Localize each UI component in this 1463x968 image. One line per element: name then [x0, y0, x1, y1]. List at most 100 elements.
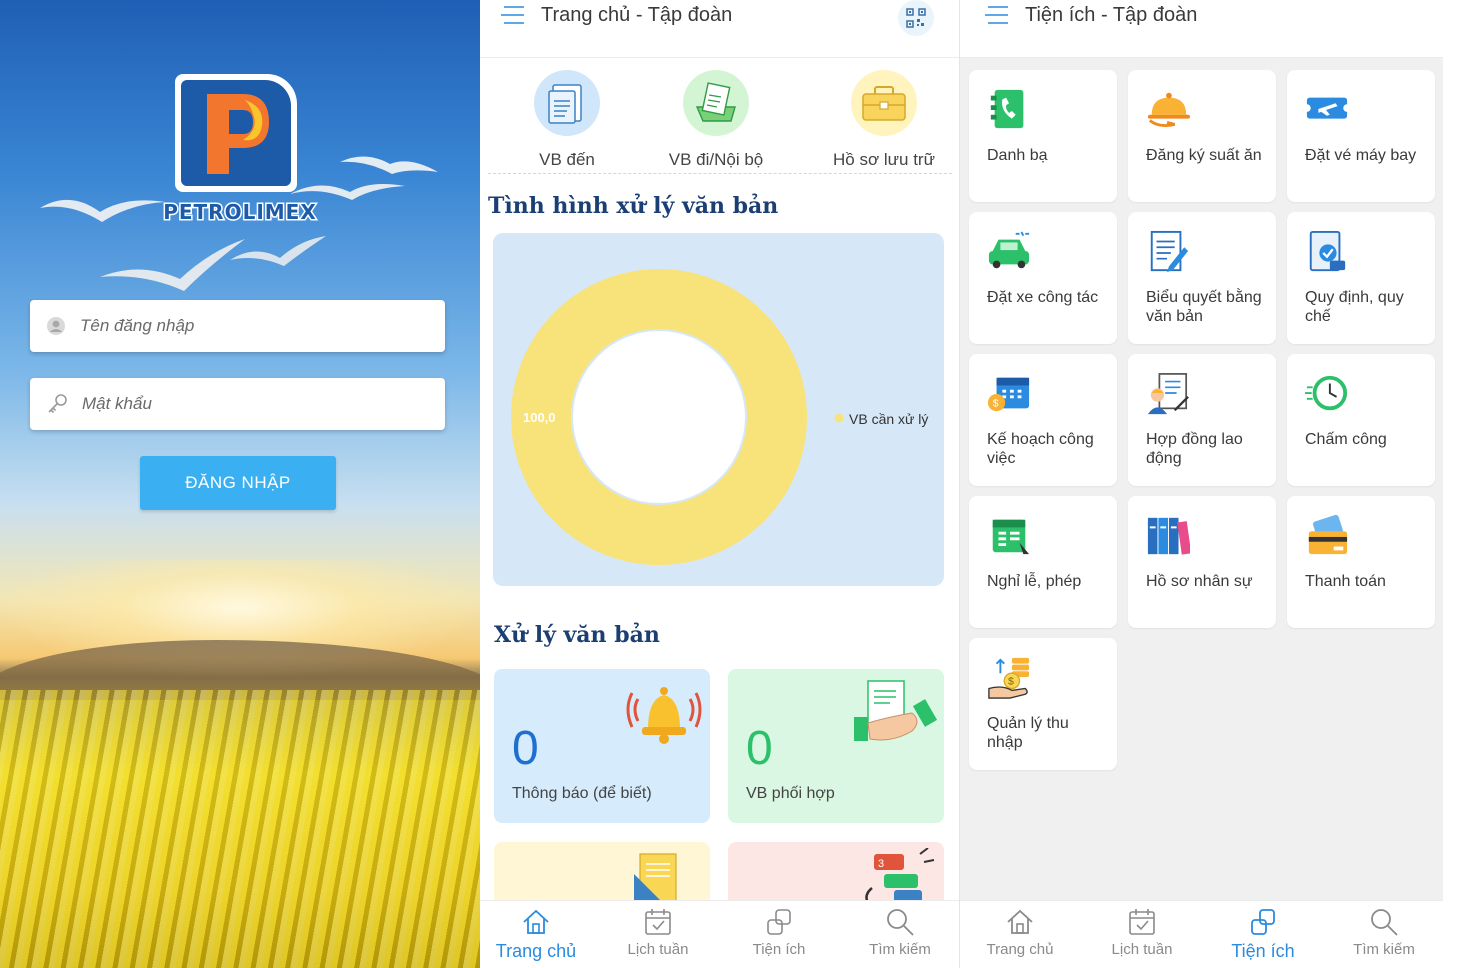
- nav-utilities[interactable]: Tiện ích: [719, 907, 839, 958]
- nav-search[interactable]: Tìm kiếm: [840, 907, 959, 958]
- coordination-card[interactable]: 0 VB phối hợp: [728, 669, 944, 823]
- quick-link-label: VB đến: [539, 150, 595, 169]
- notify-label: Thông báo (để biết): [512, 785, 652, 802]
- utility-item-label: Đăng ký suất ăn: [1146, 147, 1262, 164]
- utility-item-label: Quy định, quy chế: [1305, 289, 1404, 325]
- quick-link-archive[interactable]: Hồ sơ lưu trữ: [804, 70, 959, 170]
- utilities-title: Tiện ích - Tập đoàn: [1025, 4, 1198, 26]
- utility-item[interactable]: Biểu quyết bằng văn bản: [1128, 212, 1276, 344]
- utilities-bottom-nav: Trang chủ Lịch tuần Tiện ích Tìm kiếm: [960, 900, 1443, 968]
- utility-item[interactable]: Hợp đồng lao động: [1128, 354, 1276, 486]
- donut-hole: [573, 331, 745, 503]
- password-input[interactable]: [82, 394, 422, 414]
- quick-link-incoming[interactable]: VB đến: [487, 70, 647, 170]
- coordination-count: 0: [746, 722, 773, 775]
- utility-item[interactable]: $ Quản lý thu nhập: [969, 638, 1117, 770]
- nav-label: Lịch tuần: [627, 941, 689, 958]
- utility-item-label: Thanh toán: [1305, 573, 1386, 590]
- utility-item[interactable]: Đặt vé máy bay: [1287, 70, 1435, 202]
- nav-label: Tìm kiếm: [869, 941, 931, 958]
- nav-home[interactable]: Trang chủ: [480, 907, 596, 962]
- legend-swatch: [834, 413, 844, 423]
- menu-icon[interactable]: [500, 4, 526, 26]
- logo-mark-icon: [207, 94, 269, 174]
- petrolimex-logo: PETROLIMEX: [148, 72, 332, 232]
- qr-code-icon: [906, 8, 926, 28]
- document-sent-icon: [683, 70, 749, 136]
- binders-icon: [1147, 517, 1190, 555]
- income-icon: $: [988, 657, 1030, 699]
- seagull-icon: [100, 239, 245, 291]
- menu-icon[interactable]: [984, 4, 1010, 26]
- utility-item-label: Hợp đồng lao động: [1146, 431, 1243, 467]
- utilities-header: Tiện ích - Tập đoàn: [960, 0, 1443, 58]
- contract-icon: [1147, 373, 1189, 415]
- car-icon: [988, 231, 1030, 269]
- notify-card[interactable]: 0 Thông báo (để biết): [494, 669, 710, 823]
- username-input[interactable]: [80, 316, 420, 336]
- status-section-title: Tình hình xử lý văn bản: [488, 193, 779, 219]
- utility-item-label: Hồ sơ nhân sự: [1146, 573, 1253, 590]
- utility-item-label: Đặt xe công tác: [987, 289, 1099, 306]
- utilities-screen: Tiện ích - Tập đoàn Danh bạ Đăng ký suất …: [960, 0, 1443, 968]
- utilities-icon: [767, 909, 791, 935]
- svg-text:$: $: [1008, 676, 1014, 688]
- flower-field: [0, 690, 480, 968]
- chat-icon: 3: [865, 848, 935, 907]
- plane-ticket-icon: [1305, 97, 1349, 119]
- vote-document-icon: [1150, 230, 1189, 273]
- nav-search[interactable]: Tìm kiếm: [1324, 907, 1443, 958]
- nav-label: Tìm kiếm: [1353, 941, 1415, 958]
- utility-item-label: Biểu quyết bằng văn bản: [1146, 289, 1262, 325]
- home-header: Trang chủ - Tập đoàn: [480, 0, 959, 58]
- login-screen: PETROLIMEX ĐĂNG NHẬP: [0, 0, 480, 968]
- contacts-icon: [990, 89, 1024, 129]
- clock-icon: [1305, 375, 1348, 411]
- status-chart-card: 100,0 VB cần xử lý: [493, 233, 944, 586]
- seagull-icon: [230, 236, 326, 266]
- status-donut-chart: 100,0 VB cần xử lý: [511, 269, 928, 565]
- utility-item[interactable]: Đăng ký suất ăn: [1128, 70, 1276, 202]
- meal-icon: [1147, 92, 1190, 128]
- utilities-icon: [1251, 909, 1275, 935]
- utility-item[interactable]: Danh bạ: [969, 70, 1117, 202]
- divider: [488, 173, 952, 174]
- nav-label: Trang chủ: [986, 941, 1054, 958]
- utility-item[interactable]: Chấm công: [1287, 354, 1435, 486]
- utility-item[interactable]: Hồ sơ nhân sự: [1128, 496, 1276, 628]
- screen: PETROLIMEX ĐĂNG NHẬP Trang chủ - Tập đoà…: [0, 0, 1463, 968]
- svg-text:$: $: [993, 397, 999, 409]
- search-icon: [1371, 909, 1398, 936]
- home-screen: Trang chủ - Tập đoàn VB đến VB đi/Nội bộ…: [480, 0, 960, 968]
- quick-link-outgoing[interactable]: VB đi/Nội bộ: [636, 70, 796, 170]
- username-field[interactable]: [30, 300, 445, 352]
- utility-item[interactable]: Nghỉ lễ, phép: [969, 496, 1117, 628]
- utility-item-label: Kế hoạch công việc: [987, 431, 1094, 467]
- utility-item[interactable]: Quy định, quy chế: [1287, 212, 1435, 344]
- nav-calendar[interactable]: Lịch tuần: [1082, 907, 1202, 958]
- calendar-plan-icon: $: [987, 377, 1030, 412]
- document-icon: [534, 70, 600, 136]
- password-field[interactable]: [30, 378, 445, 430]
- utility-item[interactable]: Thanh toán: [1287, 496, 1435, 628]
- quick-link-label: Hồ sơ lưu trữ: [833, 150, 935, 169]
- logo-wordmark: PETROLIMEX: [162, 199, 318, 226]
- nav-utilities[interactable]: Tiện ích: [1203, 907, 1323, 962]
- qr-scan-button[interactable]: [898, 0, 934, 36]
- login-button[interactable]: ĐĂNG NHẬP: [140, 456, 336, 510]
- quick-link-label: VB đi/Nội bộ: [668, 150, 764, 169]
- utility-item[interactable]: Đặt xe công tác: [969, 212, 1117, 344]
- holiday-calendar-icon: [992, 519, 1030, 555]
- notify-count: 0: [512, 722, 539, 775]
- utility-item-label: Quản lý thu nhập: [987, 715, 1069, 751]
- utility-item[interactable]: $ Kế hoạch công việc: [969, 354, 1117, 486]
- key-icon: [48, 394, 67, 414]
- handshake-icon: [854, 680, 938, 741]
- calendar-icon: [1129, 909, 1155, 935]
- nav-home[interactable]: Trang chủ: [960, 907, 1080, 958]
- nav-calendar[interactable]: Lịch tuần: [598, 907, 718, 958]
- home-icon: [1007, 909, 1033, 934]
- svg-text:3: 3: [878, 858, 884, 870]
- payment-card-icon: [1308, 514, 1348, 555]
- nav-label: Lịch tuần: [1111, 941, 1173, 958]
